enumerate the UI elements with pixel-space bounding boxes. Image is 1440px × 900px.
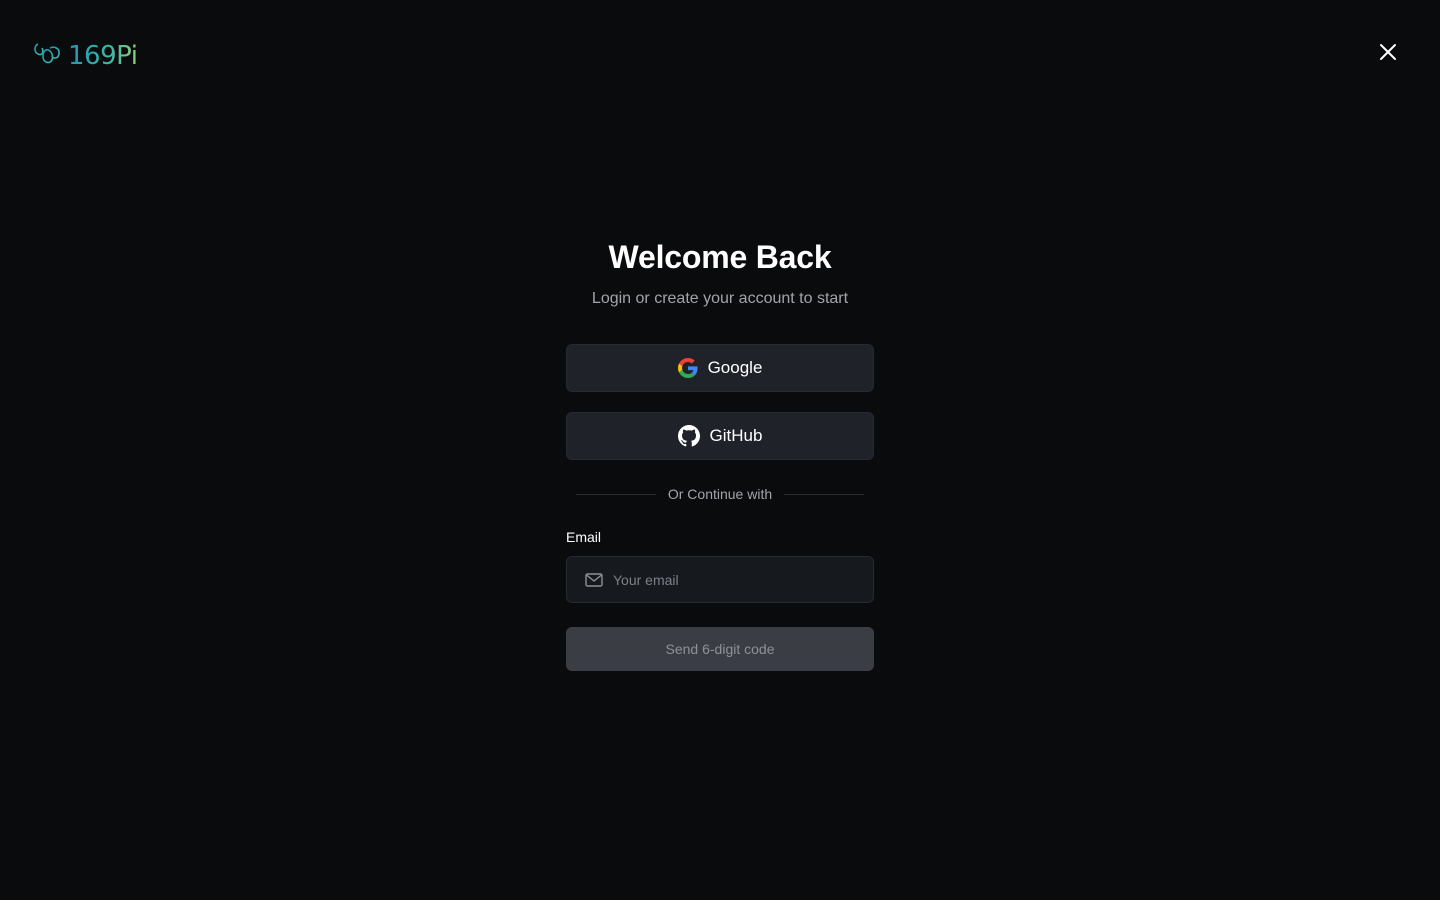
close-icon (1380, 44, 1396, 60)
github-login-label: GitHub (709, 426, 763, 445)
send-code-label: Send 6-digit code (665, 641, 775, 657)
google-icon (677, 358, 698, 378)
email-input[interactable] (613, 557, 873, 602)
close-button[interactable] (1376, 40, 1400, 64)
divider: Or Continue with (566, 486, 874, 502)
login-panel: Welcome Back Login or create your accoun… (566, 236, 874, 671)
divider-text: Or Continue with (667, 486, 773, 502)
divider-line-left (576, 493, 656, 495)
send-code-button[interactable]: Send 6-digit code (566, 627, 874, 671)
logo-text: 169Pi (68, 41, 138, 71)
brand-logo[interactable]: 169Pi (32, 40, 138, 72)
mail-icon (585, 572, 603, 587)
page-title: Welcome Back (608, 239, 832, 275)
email-label: Email (566, 529, 602, 545)
github-icon (677, 425, 700, 447)
google-login-button[interactable]: Google (566, 344, 874, 392)
divider-line-right (784, 493, 864, 495)
page-subtitle: Login or create your account to start (591, 290, 849, 307)
login-page: 169Pi Welcome Back Login or create your … (0, 0, 1440, 900)
email-field-wrapper[interactable] (566, 556, 874, 603)
github-login-button[interactable]: GitHub (566, 412, 874, 460)
google-login-label: Google (707, 358, 763, 377)
logo-mark-icon (34, 43, 60, 70)
